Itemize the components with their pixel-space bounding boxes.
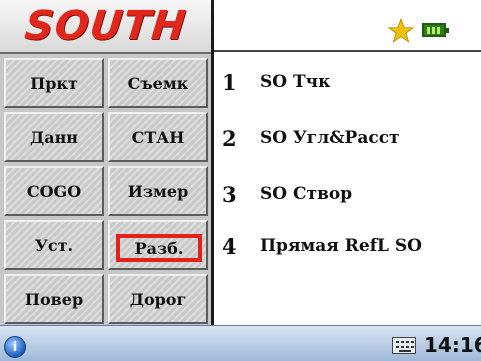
menu-button-data[interactable]: Данн [4,112,104,162]
instrument-screen: SOUTH Пркт Съемк Данн СТАН COGO Измер Ус… [0,0,481,361]
left-menu-panel: SOUTH Пркт Съемк Данн СТАН COGO Измер Ус… [0,0,214,325]
function-label: Прямая RefL SO [260,236,422,256]
battery-cell [427,27,430,34]
function-item-angle-distance-stakeout[interactable]: 2 SO Угл&Расст [222,118,477,158]
menu-button-label: Разб. [134,238,184,258]
menu-button-label: СТАН [131,127,185,147]
star-icon [388,18,414,43]
menu-button-measure[interactable]: Измер [108,166,208,216]
menu-button-cogo[interactable]: COGO [4,166,104,216]
key [401,341,404,343]
function-label: SO Тчк [260,72,331,92]
battery-cell [432,27,435,34]
function-number: 4 [222,233,237,259]
menu-button-label: Пркт [30,73,78,93]
function-item-refline-stakeout[interactable]: 4 Прямая RefL SO [222,226,477,266]
function-label: SO Створ [260,184,353,204]
function-item-point-stakeout[interactable]: 1 SO Тчк [222,62,477,102]
menu-button-station[interactable]: СТАН [108,112,208,162]
menu-button-survey[interactable]: Съемк [108,58,208,108]
battery-cell [437,27,440,34]
battery-icon [422,23,449,37]
logo-bar: SOUTH [0,0,211,54]
menu-button-project[interactable]: Пркт [4,58,104,108]
key [411,341,414,343]
key [411,346,414,348]
key [406,341,409,343]
function-list: 1 SO Тчк 2 SO Угл&Расст 3 SO Створ 4 Пря… [222,52,477,322]
clock: 14:16 [424,333,481,357]
menu-button-label: COGO [26,181,82,201]
menu-button-check[interactable]: Повер [4,274,104,324]
function-label: SO Угл&Расст [260,128,400,148]
menu-button-label: Съемк [127,73,189,93]
menu-button-stakeout[interactable]: Разб. [108,220,208,270]
menu-button-label: Данн [29,127,78,147]
key [406,346,409,348]
start-icon[interactable]: i [4,336,26,358]
function-number: 1 [222,69,237,95]
menu-button-road[interactable]: Дорог [108,274,208,324]
menu-button-label: Повер [24,289,84,309]
brand-logo: SOUTH [22,3,189,49]
selection-highlight: Разб. [116,234,202,262]
function-number: 3 [222,181,237,207]
menu-button-label: Уст. [34,235,74,255]
menu-button-label: Измер [127,181,189,201]
key [401,346,404,348]
function-number: 2 [222,125,237,151]
key [399,350,411,352]
menu-button-label: Дорог [129,289,187,309]
keyboard-icon[interactable] [392,337,416,354]
key [396,341,399,343]
menu-button-grid: Пркт Съемк Данн СТАН COGO Измер Уст. Раз… [4,58,208,324]
menu-button-settings[interactable]: Уст. [4,220,104,270]
key [396,346,399,348]
function-item-line-stakeout[interactable]: 3 SO Створ [222,174,477,214]
